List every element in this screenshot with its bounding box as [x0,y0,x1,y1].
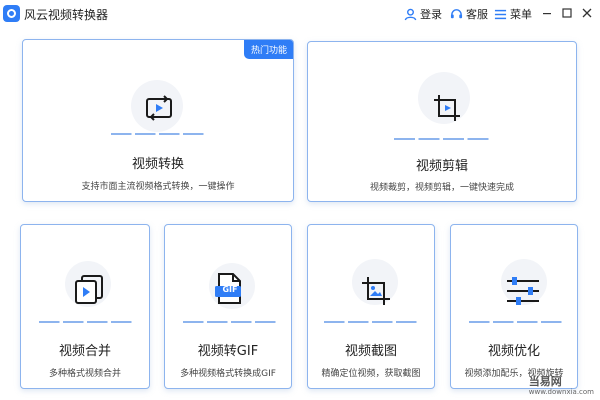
close-button[interactable] [578,4,596,22]
close-icon [582,8,592,18]
video-convert-card[interactable]: 热门功能 视频转换 支持市面主流视频格式转换，一键操作 [22,39,294,202]
title-bar: 风云视频转换器 登录 客服 菜单 [0,0,600,28]
watermark-url: www.downxia.com [528,388,594,396]
card-title: 视频转换 [131,157,184,172]
hot-feature-badge: 热门功能 [243,40,293,59]
crop-image-icon [356,271,396,311]
divider-line [111,133,207,135]
divider-line [39,321,135,323]
card-description: 多种格式视频合并 [48,369,121,379]
card-description: 精确定位视频，获取截图 [321,369,421,379]
menu-button[interactable]: 菜单 [494,6,532,22]
divider-line [183,321,279,323]
crop-icon [427,88,467,128]
merge-icon [69,269,109,309]
card-title: 视频剪辑 [415,159,468,174]
card-title: 视频优化 [487,344,540,359]
video-screenshot-card[interactable]: 视频截图 精确定位视频，获取截图 [307,224,435,389]
minimize-button[interactable] [538,4,556,22]
sliders-icon [503,271,543,311]
login-label: 登录 [420,8,442,21]
app-logo-icon [3,5,20,22]
divider-line [394,138,492,140]
video-merge-card[interactable]: 视频合并 多种格式视频合并 [20,224,150,389]
watermark-name: 当易网 [528,375,562,388]
menu-label: 菜单 [510,8,532,21]
service-label: 客服 [466,8,488,21]
card-title: 视频截图 [344,344,397,359]
card-description: 视频裁剪，视频剪辑，一键快速完成 [369,183,514,193]
minimize-icon [543,13,551,15]
video-optimize-card[interactable]: 视频优化 视频添加配乐，视频旋转 [450,224,578,389]
card-description: 支持市面主流视频格式转换，一键操作 [81,182,235,192]
app-title: 风云视频转换器 [24,8,109,22]
divider-line [324,321,420,323]
watermark: 当易网 www.downxia.com [529,376,594,397]
maximize-icon [562,8,572,18]
headset-icon [450,8,463,18]
menu-icon [494,9,507,19]
user-icon [404,8,417,20]
divider-line [469,321,565,323]
convert-icon [139,88,179,128]
video-to-gif-card[interactable]: GIF 视频转GIF 多种视频格式转换成GIF [164,224,292,389]
maximize-button[interactable] [558,4,576,22]
login-button[interactable]: 登录 [404,6,442,22]
gif-icon-label: GIF [222,285,238,294]
card-title: 视频合并 [58,344,111,359]
gif-file-icon: GIF [209,269,249,309]
service-button[interactable]: 客服 [450,6,488,22]
video-clip-card[interactable]: 视频剪辑 视频裁剪，视频剪辑，一键快速完成 [307,41,577,202]
card-title: 视频转GIF [197,344,259,359]
card-description: 多种视频格式转换成GIF [180,369,276,379]
